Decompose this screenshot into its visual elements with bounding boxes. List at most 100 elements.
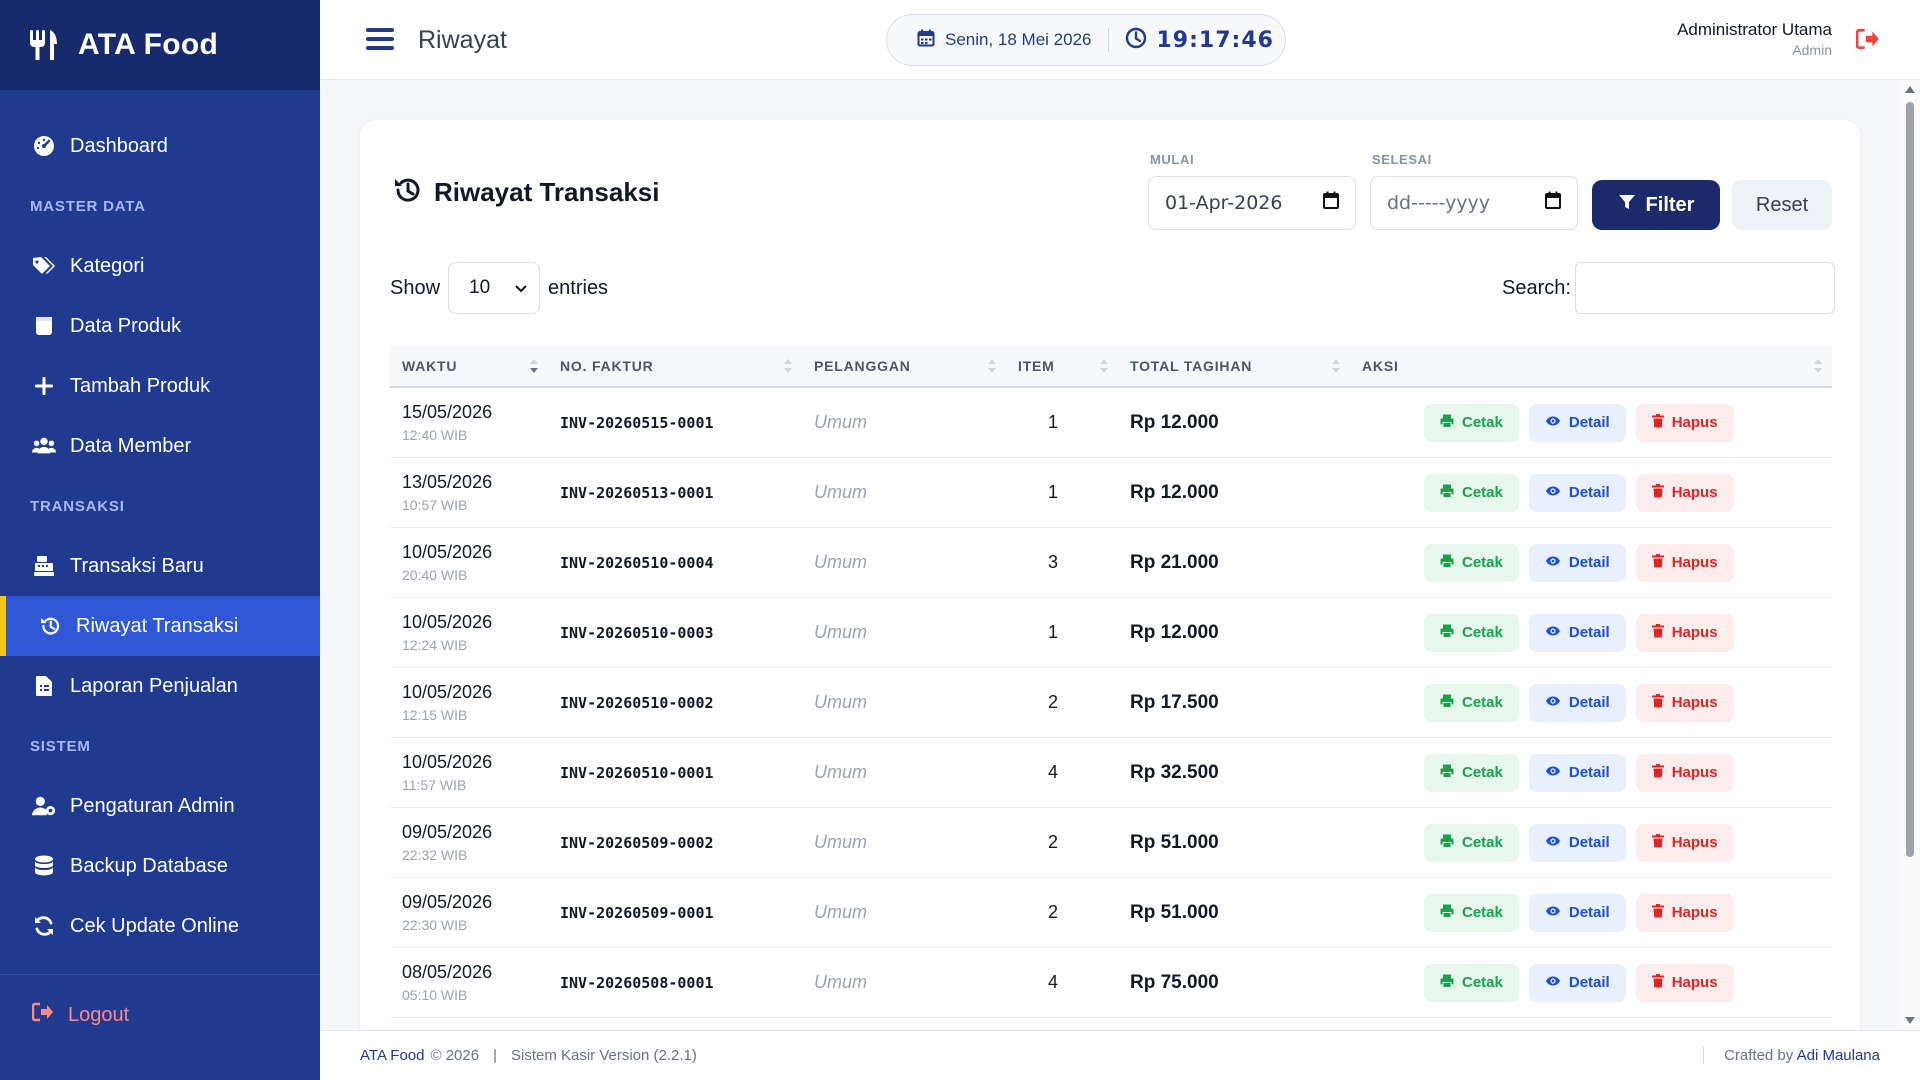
delete-button[interactable]: Hapus — [1635, 753, 1734, 792]
delete-button[interactable]: Hapus — [1635, 823, 1734, 862]
delete-button[interactable]: Hapus — [1635, 963, 1734, 1002]
sidebar-item-transaksi-baru[interactable]: Transaksi Baru — [0, 536, 320, 596]
print-icon — [1440, 554, 1454, 572]
eye-icon — [1545, 834, 1561, 851]
sidebar-section-master-data: MASTER DATA — [30, 197, 146, 215]
entries-value: 10 — [469, 277, 491, 298]
actions-cell: Cetak Detail Hapus — [1350, 823, 1832, 862]
delete-button[interactable]: Hapus — [1635, 543, 1734, 582]
page-title: Riwayat — [418, 26, 507, 54]
logout-button[interactable]: Logout — [0, 985, 320, 1045]
column-header-waktu[interactable]: WAKTU — [390, 345, 548, 387]
menu-toggle-icon[interactable] — [366, 28, 394, 50]
delete-button[interactable]: Hapus — [1635, 613, 1734, 652]
sidebar-item-riwayat-transaksi[interactable]: Riwayat Transaksi — [0, 596, 320, 656]
detail-button[interactable]: Detail — [1528, 543, 1626, 582]
transaction-date: 13/05/2026 — [402, 472, 493, 492]
delete-label: Hapus — [1671, 554, 1718, 571]
footer-separator: | — [493, 1047, 497, 1064]
customer-name: Umum — [814, 762, 867, 782]
detail-button[interactable]: Detail — [1528, 893, 1626, 932]
column-header-item[interactable]: ITEM — [1006, 345, 1118, 387]
sidebar-item-backup-database[interactable]: Backup Database — [0, 836, 320, 896]
print-button[interactable]: Cetak — [1424, 893, 1519, 932]
print-icon — [1440, 484, 1454, 502]
total-amount: Rp 75.000 — [1130, 971, 1219, 993]
invoice-number: INV-20260515-0001 — [560, 413, 714, 432]
dashboard-icon — [32, 134, 56, 158]
column-header-total-tagihan[interactable]: TOTAL TAGIHAN — [1118, 345, 1350, 387]
print-button[interactable]: Cetak — [1424, 543, 1519, 582]
total-amount: Rp 51.000 — [1130, 831, 1219, 853]
logout-icon[interactable] — [1855, 28, 1880, 55]
table-row: 13/05/2026 10:57 WIB INV-20260513-0001 Umum… — [390, 458, 1832, 528]
filter-button[interactable]: Filter — [1592, 180, 1720, 230]
print-button[interactable]: Cetak — [1424, 473, 1519, 512]
sidebar-item-kategori[interactable]: Kategori — [0, 236, 320, 296]
item-count: 2 — [1047, 692, 1058, 712]
detail-button[interactable]: Detail — [1528, 963, 1626, 1002]
detail-label: Detail — [1568, 414, 1610, 431]
transaction-date: 10/05/2026 — [402, 682, 493, 702]
sidebar-item-pengaturan-admin[interactable]: Pengaturan Admin — [0, 776, 320, 836]
print-button[interactable]: Cetak — [1424, 683, 1519, 722]
trash-icon — [1651, 413, 1664, 432]
sidebar-item-cek-update-online[interactable]: Cek Update Online — [0, 896, 320, 956]
customer-name: Umum — [814, 482, 867, 502]
end-date-input[interactable]: dd-----yyyy — [1370, 176, 1578, 230]
reset-button[interactable]: Reset — [1732, 180, 1832, 230]
actions-cell: Cetak Detail Hapus — [1350, 683, 1832, 722]
brand[interactable]: ATA Food — [0, 0, 320, 90]
column-header-label: NO. FAKTUR — [560, 358, 654, 374]
scroll-down-icon[interactable] — [1905, 1017, 1915, 1024]
print-icon — [1440, 414, 1454, 432]
column-header-pelanggan[interactable]: PELANGGAN — [802, 345, 1006, 387]
footer-brand-link[interactable]: ATA Food — [360, 1047, 424, 1064]
detail-button[interactable]: Detail — [1528, 753, 1626, 792]
time-cell: 10/05/2026 11:57 WIB — [390, 752, 548, 793]
sort-icon — [1100, 359, 1108, 373]
detail-label: Detail — [1568, 484, 1610, 501]
table-row: 10/05/2026 20:40 WIB INV-20260510-0004 Umum… — [390, 528, 1832, 598]
item-count: 1 — [1047, 622, 1058, 642]
entries-select[interactable]: 10 — [448, 262, 541, 314]
scrollbar-thumb[interactable] — [1906, 102, 1914, 857]
print-button[interactable]: Cetak — [1424, 753, 1519, 792]
sidebar-item-dashboard[interactable]: Dashboard — [0, 116, 320, 176]
column-header-aksi[interactable]: AKSI — [1350, 345, 1832, 387]
detail-button[interactable]: Detail — [1528, 473, 1626, 512]
delete-button[interactable]: Hapus — [1635, 403, 1734, 442]
start-date-input[interactable]: 01-Apr-2026 — [1148, 176, 1356, 230]
print-button[interactable]: Cetak — [1424, 963, 1519, 1002]
delete-button[interactable]: Hapus — [1635, 683, 1734, 722]
print-button[interactable]: Cetak — [1424, 823, 1519, 862]
scroll-up-icon[interactable] — [1905, 86, 1915, 93]
sidebar-item-data-produk[interactable]: Data Produk — [0, 296, 320, 356]
sidebar-item-tambah-produk[interactable]: Tambah Produk — [0, 356, 320, 416]
transaction-date: 10/05/2026 — [402, 752, 493, 772]
print-label: Cetak — [1462, 694, 1503, 711]
detail-button[interactable]: Detail — [1528, 823, 1626, 862]
delete-button[interactable]: Hapus — [1635, 473, 1734, 512]
transaction-date: 09/05/2026 — [402, 892, 493, 912]
print-button[interactable]: Cetak — [1424, 403, 1519, 442]
total-amount: Rp 12.000 — [1130, 621, 1219, 643]
detail-button[interactable]: Detail — [1528, 683, 1626, 722]
column-header-no-faktur[interactable]: NO. FAKTUR — [548, 345, 802, 387]
search-input[interactable] — [1574, 262, 1835, 314]
plus-icon — [32, 374, 56, 398]
delete-button[interactable]: Hapus — [1635, 893, 1734, 932]
print-button[interactable]: Cetak — [1424, 613, 1519, 652]
brand-name: ATA Food — [78, 28, 219, 61]
detail-button[interactable]: Detail — [1528, 403, 1626, 442]
sidebar-item-laporan-penjualan[interactable]: Laporan Penjualan — [0, 656, 320, 716]
author-link[interactable]: Adi Maulana — [1797, 1047, 1880, 1064]
delete-label: Hapus — [1671, 764, 1718, 781]
detail-button[interactable]: Detail — [1528, 613, 1626, 652]
sidebar-item-data-member[interactable]: Data Member — [0, 416, 320, 476]
user-info[interactable]: Administrator Utama Admin — [1677, 20, 1832, 58]
time-cell: 09/05/2026 22:32 WIB — [390, 822, 548, 863]
page-scrollbar[interactable] — [1900, 80, 1920, 1030]
end-date-placeholder: dd-----yyyy — [1387, 192, 1491, 214]
cash-register-icon — [32, 554, 56, 578]
